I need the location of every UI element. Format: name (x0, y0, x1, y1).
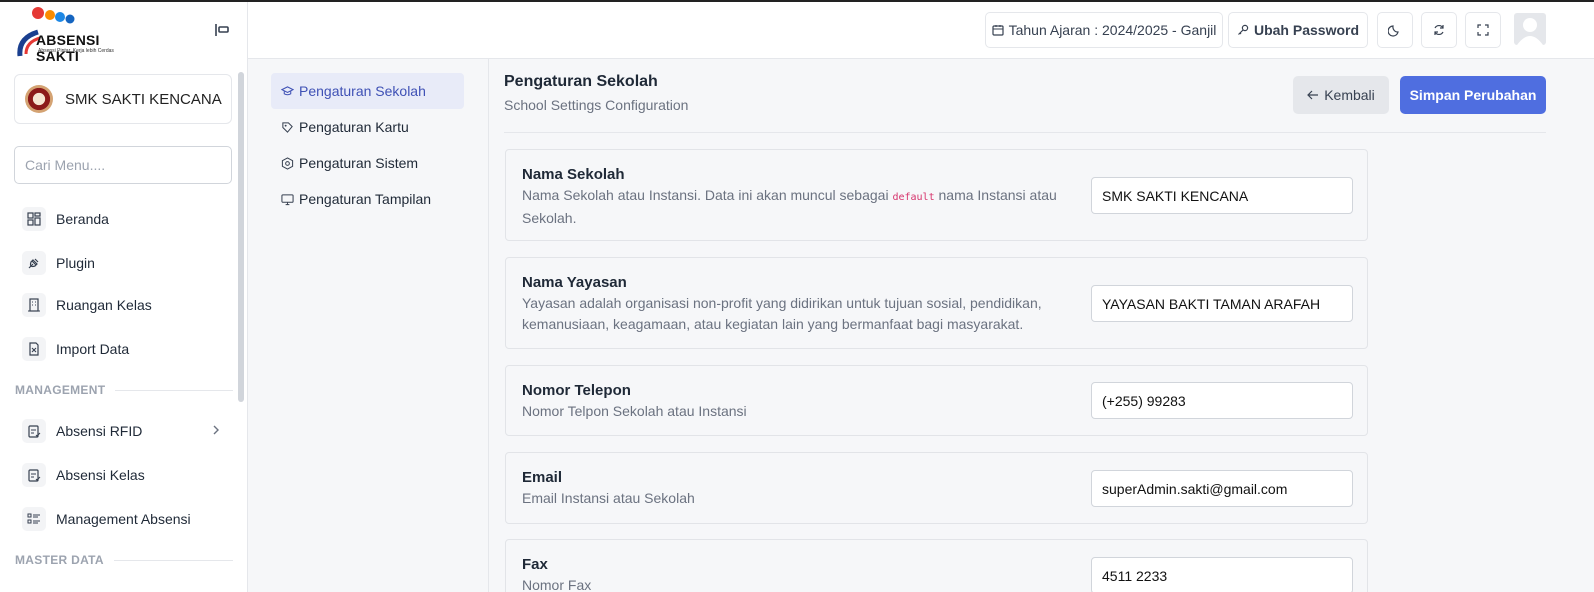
settings-nav-pengaturan-kartu[interactable]: Pengaturan Kartu (271, 109, 464, 145)
page-subtitle: School Settings Configuration (504, 97, 689, 113)
field-label: Fax (522, 556, 548, 573)
fax-input[interactable] (1091, 557, 1353, 592)
field-description: Nama Sekolah atau Instansi. Data ini aka… (522, 187, 1057, 226)
academic-year-button[interactable]: Tahun Ajaran : 2024/2025 - Ganjil (985, 12, 1223, 48)
settings-nav-label: Pengaturan Kartu (299, 119, 409, 135)
settings-nav-pengaturan-sistem[interactable]: Pengaturan Sistem (271, 145, 464, 181)
arrow-left-icon (1307, 90, 1319, 100)
field-card-nama-sekolah: Nama Sekolah Nama Sekolah atau Instansi.… (505, 149, 1368, 241)
school-name: SMK SAKTI KENCANA (65, 90, 222, 108)
plug-icon (22, 251, 46, 275)
page-title: Pengaturan Sekolah (504, 73, 658, 90)
field-card-email: Email Email Instansi atau Sekolah (505, 452, 1368, 524)
moon-icon (1388, 25, 1399, 37)
fullscreen-icon (1477, 24, 1489, 36)
sidebar: ABSENSI SAKTI Absensi Pintar, Kerja lebi… (0, 2, 248, 592)
dashboard-icon (22, 207, 46, 231)
school-emblem-icon (25, 85, 53, 113)
monitor-icon (281, 193, 294, 205)
save-changes-button[interactable]: Simpan Perubahan (1400, 76, 1546, 114)
sidebar-item-absensi-kelas[interactable]: Absensi Kelas (22, 459, 232, 491)
sidebar-item-absensi-rfid[interactable]: Absensi RFID (22, 415, 232, 447)
field-label: Email (522, 469, 563, 486)
user-avatar[interactable] (1514, 13, 1546, 45)
building-icon (22, 293, 46, 317)
field-label: Nomor Telepon (522, 382, 631, 399)
sidebar-item-management-absensi[interactable]: Management Absensi (22, 503, 232, 535)
change-password-label: Ubah Password (1253, 22, 1360, 38)
sidebar-item-ruangan-kelas[interactable]: Ruangan Kelas (22, 289, 232, 321)
section-label-management: MANAGEMENT (15, 383, 233, 397)
top-bar: Tahun Ajaran : 2024/2025 - Ganjil Ubah P… (248, 2, 1594, 59)
field-label: Nama Yayasan (522, 274, 627, 291)
settings-nav-label: Pengaturan Tampilan (299, 191, 432, 207)
chevron-right-icon (213, 425, 219, 435)
field-card-fax: Fax Nomor Fax (505, 539, 1368, 592)
sidebar-item-label: Beranda (56, 211, 109, 227)
sidebar-item-label: Management Absensi (56, 511, 191, 527)
field-description: Email Instansi atau Sekolah (522, 490, 695, 506)
clipboard-icon (22, 419, 46, 443)
sidebar-collapse-icon[interactable] (214, 22, 230, 38)
code-snippet: default (892, 192, 935, 203)
list-icon (22, 507, 46, 531)
app-logo[interactable]: ABSENSI SAKTI Absensi Pintar, Kerja lebi… (16, 6, 146, 64)
file-import-icon (22, 337, 46, 361)
foundation-name-input[interactable] (1091, 285, 1353, 322)
back-button[interactable]: Kembali (1293, 76, 1389, 114)
sidebar-item-label: Plugin (56, 255, 95, 271)
fullscreen-button[interactable] (1465, 12, 1501, 48)
section-label-master-data: MASTER DATA (15, 553, 233, 567)
email-input[interactable] (1091, 470, 1353, 507)
field-card-nomor-telepon: Nomor Telepon Nomor Telpon Sekolah atau … (505, 365, 1368, 436)
avatar-icon (1517, 18, 1543, 45)
sidebar-item-label: Absensi Kelas (56, 467, 145, 483)
graduation-cap-icon (281, 85, 294, 95)
field-description: Yayasan adalah organisasi non-profit yan… (522, 295, 1042, 332)
header-divider (504, 132, 1546, 133)
refresh-button[interactable] (1421, 12, 1457, 48)
hexagon-gear-icon (281, 156, 294, 170)
phone-input[interactable] (1091, 382, 1353, 419)
sidebar-item-label: Ruangan Kelas (56, 297, 152, 313)
sidebar-item-import-data[interactable]: Import Data (22, 333, 232, 365)
main-content: Pengaturan Sekolah School Settings Confi… (489, 59, 1594, 592)
calendar-icon (991, 25, 1004, 36)
school-name-input[interactable] (1091, 177, 1353, 214)
dark-mode-toggle[interactable] (1377, 12, 1413, 48)
school-selector[interactable]: SMK SAKTI KENCANA (14, 74, 232, 124)
sidebar-item-label: Import Data (56, 341, 130, 357)
settings-nav-pengaturan-sekolah[interactable]: Pengaturan Sekolah (271, 73, 464, 109)
settings-nav-label: Pengaturan Sekolah (299, 83, 426, 99)
key-icon (1238, 24, 1249, 35)
field-description: Nomor Fax (522, 577, 592, 592)
sidebar-item-beranda[interactable]: Beranda (22, 203, 232, 235)
menu-search-input[interactable] (14, 146, 232, 184)
settings-nav-label: Pengaturan Sistem (299, 155, 419, 171)
logo-tagline: Absensi Pintar, Kerja lebih Cerdas (38, 48, 114, 54)
back-label: Kembali (1324, 87, 1375, 103)
logo-row: ABSENSI SAKTI Absensi Pintar, Kerja lebi… (0, 2, 247, 64)
settings-nav: Pengaturan Sekolah Pengaturan Kartu Peng… (248, 59, 489, 592)
settings-nav-pengaturan-tampilan[interactable]: Pengaturan Tampilan (271, 181, 464, 217)
sidebar-item-label: Absensi RFID (56, 423, 143, 439)
change-password-button[interactable]: Ubah Password (1228, 12, 1368, 48)
field-card-nama-yayasan: Nama Yayasan Yayasan adalah organisasi n… (505, 257, 1368, 349)
tag-icon (282, 121, 293, 133)
field-description: Nomor Telpon Sekolah atau Instansi (522, 403, 747, 419)
academic-year-label: Tahun Ajaran : 2024/2025 - Ganjil (1008, 22, 1217, 38)
sidebar-scrollbar[interactable] (238, 72, 244, 402)
sidebar-item-plugin[interactable]: Plugin (22, 247, 232, 279)
clipboard-icon (22, 463, 46, 487)
field-label: Nama Sekolah (522, 166, 625, 183)
refresh-icon (1434, 24, 1444, 36)
